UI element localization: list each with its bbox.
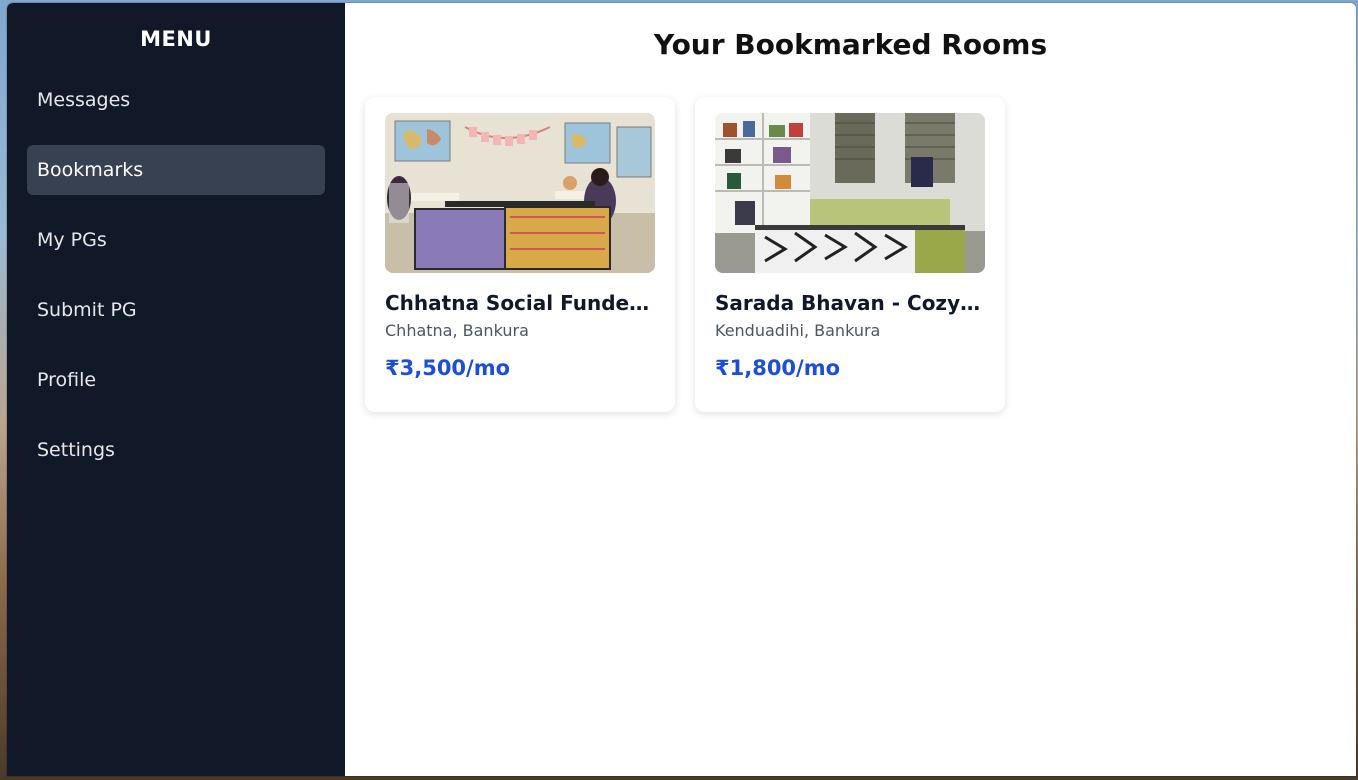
room-card[interactable]: Sarada Bhavan - Cozy R... Kenduadihi, Ba… xyxy=(695,97,1005,412)
sidebar-item-submit-pg[interactable]: Submit PG xyxy=(27,285,325,335)
room-location: Kenduadihi, Bankura xyxy=(715,321,881,340)
room-card[interactable]: Chhatna Social Funded ... Chhatna, Banku… xyxy=(365,97,675,412)
room-card-list: Chhatna Social Funded ... Chhatna, Banku… xyxy=(365,97,1005,412)
sidebar-item-my-pgs[interactable]: My PGs xyxy=(27,215,325,265)
room-title: Sarada Bhavan - Cozy R... xyxy=(715,291,985,315)
room-location: Chhatna, Bankura xyxy=(385,321,529,340)
room-price: ₹3,500/mo xyxy=(385,356,511,380)
page-title: Your Bookmarked Rooms xyxy=(653,28,1048,61)
sidebar: MENU Messages Bookmarks My PGs Submit PG… xyxy=(7,3,345,776)
sidebar-item-messages[interactable]: Messages xyxy=(27,75,325,125)
room-price: ₹1,800/mo xyxy=(715,356,841,380)
menu-title: MENU xyxy=(140,27,212,51)
room-photo xyxy=(715,113,985,273)
app-window: MENU Messages Bookmarks My PGs Submit PG… xyxy=(7,3,1356,776)
sidebar-item-profile[interactable]: Profile xyxy=(27,355,325,405)
room-photo xyxy=(385,113,655,273)
room-title: Chhatna Social Funded ... xyxy=(385,291,655,315)
sidebar-item-settings[interactable]: Settings xyxy=(27,425,325,475)
sidebar-item-bookmarks[interactable]: Bookmarks xyxy=(27,145,325,195)
main-content: Your Bookmarked Rooms Chhatna Social Fun… xyxy=(345,3,1356,776)
